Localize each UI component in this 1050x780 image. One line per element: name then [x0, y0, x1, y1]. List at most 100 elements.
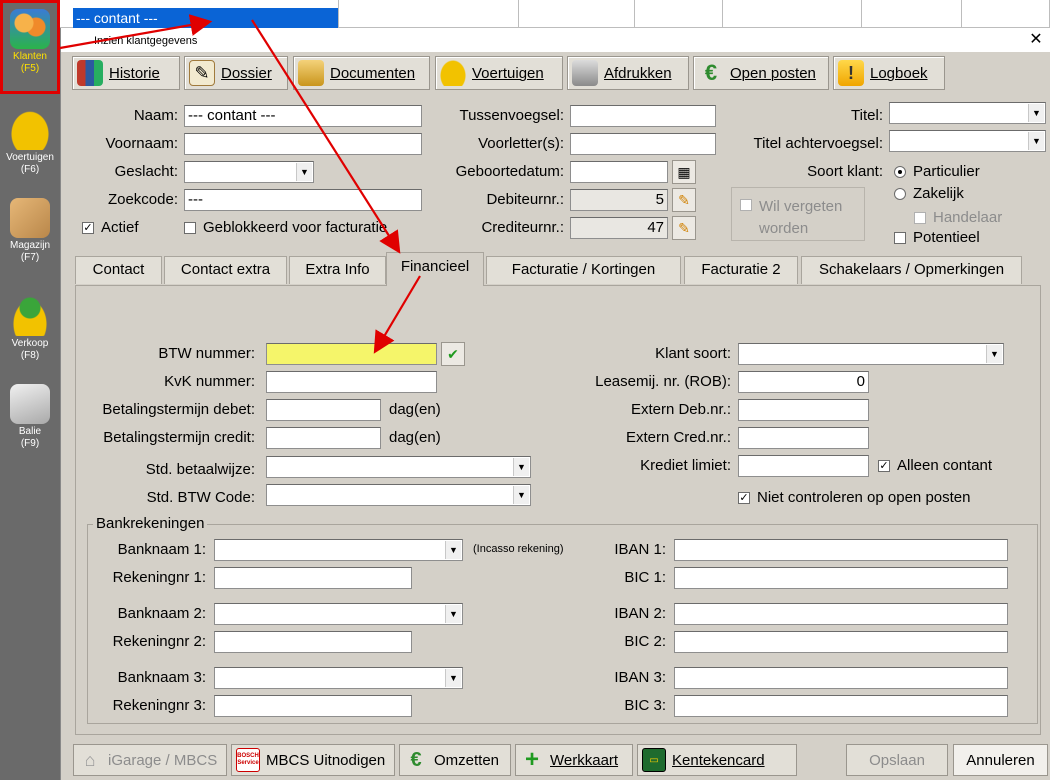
iban-2-field[interactable]	[674, 603, 1008, 625]
iban-1-label: IBAN 1:	[614, 541, 666, 558]
naam-label: Naam:	[133, 107, 178, 124]
tab-contact[interactable]: Contact	[75, 256, 162, 284]
sidebar-item-key: (F8)	[20, 350, 40, 361]
extern-deb-field[interactable]	[738, 399, 869, 421]
banknaam-1-select[interactable]: ▼	[214, 539, 463, 561]
potentieel-label: Potentieel	[913, 229, 980, 246]
potentieel-checkbox[interactable]	[894, 232, 906, 244]
kentekencard-button[interactable]: ▭ Kentekencard	[637, 744, 797, 776]
banknaam-2-label: Banknaam 2:	[117, 605, 206, 622]
checkmark-icon[interactable]: ✔	[441, 342, 465, 366]
mbcs-uitnodigen-button[interactable]: BOSCH Service MBCS Uitnodigen	[231, 744, 395, 776]
alleen-contant-label: Alleen contant	[897, 457, 993, 474]
banknaam-2-select[interactable]: ▼	[214, 603, 463, 625]
open-posten-button[interactable]: € Open posten	[693, 56, 829, 90]
rekeningnr-1-field[interactable]	[214, 567, 412, 589]
tab-financieel[interactable]: Financieel	[386, 252, 484, 286]
geblokkeerd-checkbox[interactable]	[184, 222, 196, 234]
sidebar-item-verkoop[interactable]: Verkoop (F8)	[0, 290, 60, 372]
pencil-icon[interactable]: ✎	[672, 216, 696, 240]
niet-controleren-label: Niet controleren op open posten	[757, 489, 971, 506]
calendar-icon[interactable]: ▦	[672, 160, 696, 184]
opslaan-button[interactable]: Opslaan	[846, 744, 948, 776]
bt-debet-field[interactable]	[266, 399, 381, 421]
particulier-radio[interactable]	[894, 166, 906, 178]
grid-cell	[635, 0, 723, 28]
rekeningnr-2-field[interactable]	[214, 631, 412, 653]
leasemij-field[interactable]: 0	[738, 371, 869, 393]
debiteurnr-label: Debiteurnr.:	[486, 191, 564, 208]
tab-facturatie-kortingen[interactable]: Facturatie / Kortingen	[486, 256, 681, 284]
omzetten-label: Omzetten	[434, 751, 500, 769]
grid-selected-row[interactable]: --- contant ---	[73, 8, 338, 28]
logboek-button[interactable]: ! Logboek	[833, 56, 945, 90]
debiteurnr-field[interactable]: 5	[570, 189, 668, 211]
pencil-icon[interactable]: ✎	[672, 188, 696, 212]
car-icon	[10, 110, 50, 150]
banknaam-3-select[interactable]: ▼	[214, 667, 463, 689]
geboortedatum-field[interactable]	[570, 161, 668, 183]
bic-3-field[interactable]	[674, 695, 1008, 717]
bt-credit-field[interactable]	[266, 427, 381, 449]
handelaar-checkbox[interactable]	[914, 212, 926, 224]
kvk-field[interactable]	[266, 371, 437, 393]
geslacht-label: Geslacht:	[114, 163, 178, 180]
sidebar-item-voertuigen[interactable]: Voertuigen (F6)	[0, 104, 60, 186]
voertuigen-button[interactable]: Voertuigen	[435, 56, 563, 90]
dossier-button[interactable]: ✎ Dossier	[184, 56, 288, 90]
titel-achter-select[interactable]: ▼	[889, 130, 1046, 152]
tussenvoegsel-field[interactable]	[570, 105, 716, 127]
historie-button[interactable]: Historie	[72, 56, 180, 90]
iban-1-field[interactable]	[674, 539, 1008, 561]
bic-3-label: BIC 3:	[624, 697, 666, 714]
btw-field[interactable]	[266, 343, 437, 365]
wil-vergeten-checkbox[interactable]	[740, 199, 752, 211]
krediet-field[interactable]	[738, 455, 869, 477]
banknaam-3-label: Banknaam 3:	[117, 669, 206, 686]
naam-field[interactable]: --- contant ---	[184, 105, 422, 127]
werkkaart-button[interactable]: + Werkkaart	[515, 744, 633, 776]
actief-checkbox[interactable]: ✓	[82, 222, 94, 234]
geslacht-select[interactable]: ▼	[184, 161, 314, 183]
tab-contact-extra[interactable]: Contact extra	[164, 256, 287, 284]
sidebar-item-balie[interactable]: Balie (F9)	[0, 378, 60, 460]
crediteurnr-field[interactable]: 47	[570, 217, 668, 239]
bic-2-field[interactable]	[674, 631, 1008, 653]
close-icon[interactable]: ✕	[1026, 30, 1046, 50]
afdrukken-button[interactable]: Afdrukken	[567, 56, 689, 90]
rekeningnr-1-label: Rekeningnr 1:	[112, 569, 206, 586]
sidebar-item-magazijn[interactable]: Magazijn (F7)	[0, 192, 60, 274]
titel-select[interactable]: ▼	[889, 102, 1046, 124]
extern-deb-label: Extern Deb.nr.:	[630, 401, 731, 418]
klant-soort-select[interactable]: ▼	[738, 343, 1004, 365]
voorletters-field[interactable]	[570, 133, 716, 155]
rekeningnr-3-field[interactable]	[214, 695, 412, 717]
kvk-label: KvK nummer:	[164, 373, 255, 390]
euro-icon: €	[704, 60, 718, 85]
betaalwijze-select[interactable]: ▼	[266, 456, 531, 478]
annuleren-button[interactable]: Annuleren	[953, 744, 1048, 776]
tab-schakelaars-opmerkingen[interactable]: Schakelaars / Opmerkingen	[801, 256, 1022, 284]
voornaam-field[interactable]	[184, 133, 422, 155]
extern-cred-field[interactable]	[738, 427, 869, 449]
igarage-button[interactable]: ⌂ iGarage / MBCS	[73, 744, 227, 776]
chevron-down-icon: ▼	[513, 458, 529, 476]
zoekcode-field[interactable]: ---	[184, 189, 422, 211]
sidebar-item-klanten[interactable]: Klanten (F5)	[0, 0, 60, 94]
btwcode-select[interactable]: ▼	[266, 484, 531, 506]
chevron-down-icon: ▼	[513, 486, 529, 504]
documenten-button[interactable]: Documenten	[293, 56, 430, 90]
alleen-contant-checkbox[interactable]: ✓	[878, 460, 890, 472]
zakelijk-radio[interactable]	[894, 188, 906, 200]
soort-klant-label: Soort klant:	[807, 163, 883, 180]
license-card-icon: ▭	[642, 748, 666, 772]
grid-cell	[962, 0, 1050, 28]
niet-controleren-checkbox[interactable]: ✓	[738, 492, 750, 504]
handelaar-label: Handelaar	[933, 209, 1003, 226]
tab-extra-info[interactable]: Extra Info	[289, 256, 386, 284]
tab-facturatie-2[interactable]: Facturatie 2	[684, 256, 798, 284]
bic-1-field[interactable]	[674, 567, 1008, 589]
iban-3-field[interactable]	[674, 667, 1008, 689]
banknaam-1-label: Banknaam 1:	[117, 541, 206, 558]
omzetten-button[interactable]: € Omzetten	[399, 744, 511, 776]
